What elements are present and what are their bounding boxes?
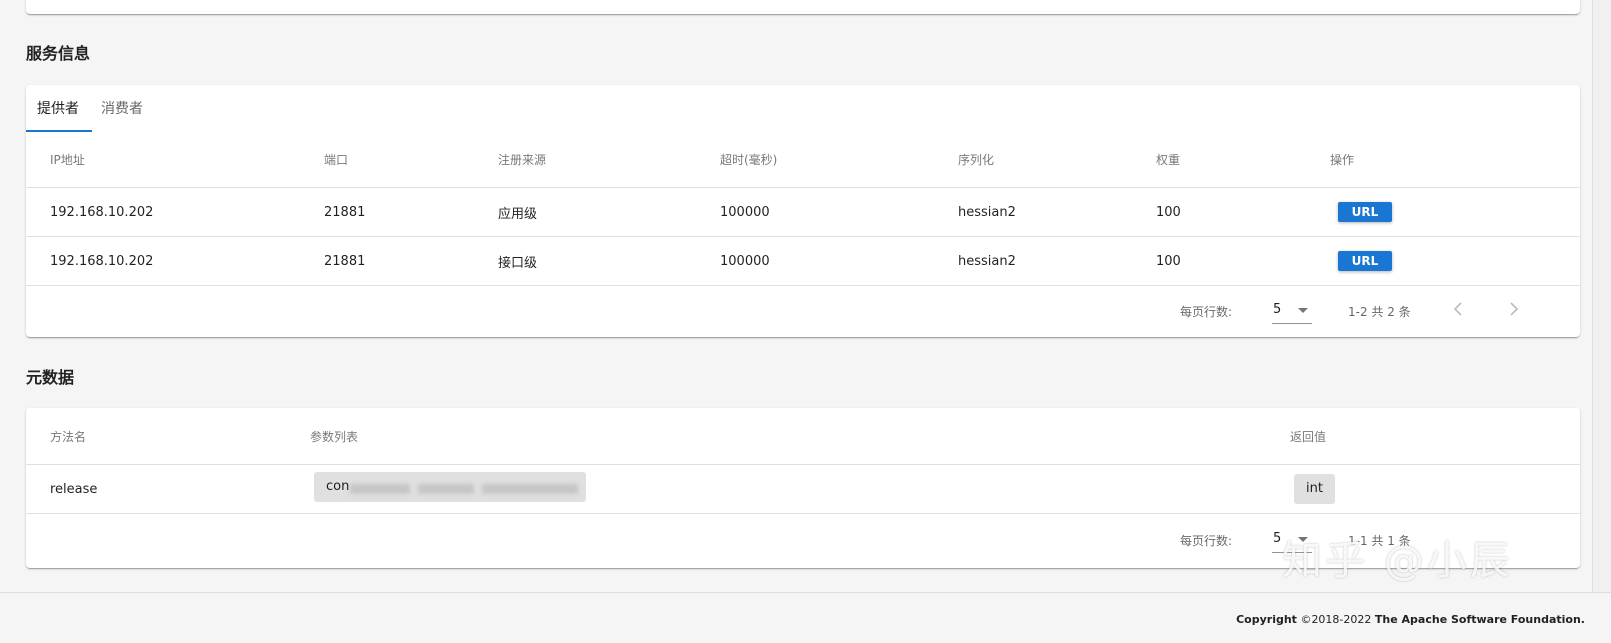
table-header-row: IP地址 端口 注册来源 超时(毫秒) 序列化 权重 操作 — [26, 131, 1580, 188]
service-tabs: 提供者 消费者 — [26, 85, 1580, 133]
cell-source: 应用级 — [498, 206, 538, 222]
column-header-timeout[interactable]: 超时(毫秒) — [720, 131, 958, 188]
cell-params: con — [310, 465, 1290, 514]
cell-serialization: hessian2 — [958, 204, 1016, 220]
rows-per-page-value: 5 — [1273, 531, 1282, 546]
cell-method: release — [50, 481, 98, 497]
rows-per-page-value: 5 — [1273, 302, 1282, 317]
column-header-serialization[interactable]: 序列化 — [958, 131, 1156, 188]
tab-providers[interactable]: 提供者 — [26, 85, 90, 133]
column-header-params[interactable]: 参数列表 — [310, 408, 1290, 465]
url-button[interactable]: URL — [1338, 251, 1392, 271]
tab-consumers-label: 消费者 — [101, 101, 143, 117]
providers-table: IP地址 端口 注册来源 超时(毫秒) 序列化 权重 操作 192.168.10… — [26, 131, 1580, 286]
metadata-section-title: 元数据 — [26, 368, 75, 387]
table-row: release con int — [26, 465, 1580, 514]
table-header-row: 方法名 参数列表 返回值 — [26, 408, 1580, 465]
tab-providers-label: 提供者 — [37, 101, 79, 117]
providers-pagination: 每页行数: 5 1-2 共 2 条 — [26, 281, 1580, 339]
cell-timeout: 100000 — [720, 253, 770, 269]
params-chip: con — [314, 472, 586, 502]
service-card: 提供者 消费者 IP地址 端口 注册来源 超时(毫秒) 序列化 权重 操作 19… — [26, 85, 1580, 337]
column-header-ip[interactable]: IP地址 — [26, 131, 324, 188]
column-header-method[interactable]: 方法名 — [26, 408, 310, 465]
column-header-port[interactable]: 端口 — [324, 131, 498, 188]
chevron-right-icon — [1510, 302, 1519, 316]
copyright-years: ©2018-2022 — [1300, 613, 1372, 626]
rows-per-page-label: 每页行数: — [1180, 534, 1233, 548]
url-button[interactable]: URL — [1338, 202, 1392, 222]
table-row: 192.168.10.202 21881 应用级 100000 hessian2… — [26, 188, 1580, 237]
cell-ip: 192.168.10.202 — [50, 253, 154, 269]
page-range-info: 1-2 共 2 条 — [1348, 305, 1411, 319]
params-chip-text: con — [326, 479, 350, 494]
cell-ip: 192.168.10.202 — [50, 204, 154, 220]
copyright-label: Copyright — [1236, 613, 1297, 626]
column-header-weight[interactable]: 权重 — [1156, 131, 1330, 188]
scrollbar-track[interactable] — [1592, 0, 1611, 592]
page-footer: Copyright ©2018-2022 The Apache Software… — [0, 592, 1611, 643]
caret-down-icon — [1298, 308, 1308, 313]
cell-weight: 100 — [1156, 204, 1181, 220]
blurred-region — [482, 484, 578, 494]
column-header-action[interactable]: 操作 — [1330, 131, 1580, 188]
cell-return: int — [1290, 465, 1580, 514]
service-section-title: 服务信息 — [26, 44, 91, 63]
column-header-return[interactable]: 返回值 — [1290, 408, 1580, 465]
blurred-region — [418, 484, 474, 494]
tab-consumers[interactable]: 消费者 — [90, 85, 154, 133]
rows-per-page-label: 每页行数: — [1180, 305, 1233, 319]
metadata-table: 方法名 参数列表 返回值 release con int — [26, 408, 1580, 514]
cell-port: 21881 — [324, 253, 366, 269]
table-row: 192.168.10.202 21881 接口级 100000 hessian2… — [26, 237, 1580, 286]
cell-source: 接口级 — [498, 255, 538, 271]
cell-serialization: hessian2 — [958, 253, 1016, 269]
return-chip: int — [1294, 474, 1335, 504]
rows-per-page-select[interactable]: 5 — [1272, 299, 1312, 324]
column-header-source[interactable]: 注册来源 — [498, 131, 720, 188]
next-page-button[interactable] — [1502, 297, 1526, 323]
cell-timeout: 100000 — [720, 204, 770, 220]
prev-page-button[interactable] — [1446, 297, 1470, 323]
copyright: Copyright ©2018-2022 The Apache Software… — [1236, 613, 1585, 626]
top-card — [26, 0, 1580, 14]
chevron-left-icon — [1453, 302, 1462, 316]
cell-action: URL — [1330, 237, 1580, 286]
watermark: 知乎 @小辰 — [1282, 538, 1513, 584]
blurred-region — [350, 484, 410, 494]
cell-port: 21881 — [324, 204, 366, 220]
copyright-org: The Apache Software Foundation. — [1374, 613, 1585, 626]
cell-weight: 100 — [1156, 253, 1181, 269]
cell-action: URL — [1330, 188, 1580, 237]
